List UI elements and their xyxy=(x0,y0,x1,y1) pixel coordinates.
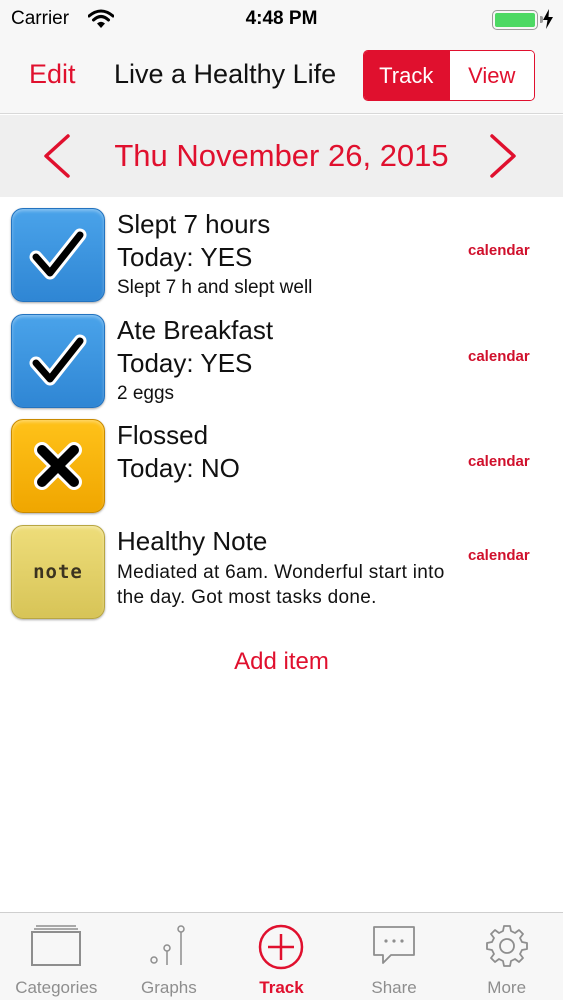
tab-label: More xyxy=(487,978,527,997)
note-icon[interactable]: note xyxy=(11,524,105,619)
tab-label: Share xyxy=(371,978,417,997)
chat-bubble-icon xyxy=(371,923,417,972)
item-title: Healthy Note xyxy=(117,525,268,556)
tab-label: Graphs xyxy=(141,978,197,997)
status-bar: Carrier 4:48 PM xyxy=(0,0,563,40)
note-icon-label: note xyxy=(33,560,83,583)
gear-icon xyxy=(484,923,530,974)
charging-bolt-icon xyxy=(542,9,554,34)
calendar-link[interactable]: calendar xyxy=(468,547,530,564)
tab-label: Track xyxy=(259,978,304,997)
categories-icon xyxy=(30,923,82,972)
tab-bar: Categories Graphs Track Share More xyxy=(0,912,563,1000)
page-title: Live a Healthy Life xyxy=(114,59,337,89)
tab-graphs[interactable]: Graphs xyxy=(113,913,226,1000)
date-navigator: Thu November 26, 2015 xyxy=(0,115,563,197)
tab-track[interactable]: Track xyxy=(225,913,338,1000)
tab-more[interactable]: More xyxy=(450,913,563,1000)
add-item-button[interactable]: Add item xyxy=(0,648,563,676)
item-title: Slept 7 hours xyxy=(117,209,271,239)
calendar-link[interactable]: calendar xyxy=(468,242,530,259)
checkmark-icon[interactable] xyxy=(11,313,105,408)
tab-categories[interactable]: Categories xyxy=(0,913,113,1000)
tab-label: Categories xyxy=(15,978,98,997)
segment-track[interactable]: Track xyxy=(364,51,449,100)
item-detail: 2 eggs xyxy=(117,382,175,404)
checkmark-icon[interactable] xyxy=(11,208,105,302)
segment-view[interactable]: View xyxy=(448,51,534,100)
clock: 4:48 PM xyxy=(245,8,318,29)
current-date[interactable]: Thu November 26, 2015 xyxy=(0,138,563,174)
calendar-link[interactable]: calendar xyxy=(468,453,530,470)
list-item[interactable]: Slept 7 hours Today: YES Slept 7 h and s… xyxy=(0,197,563,303)
battery-icon xyxy=(492,10,543,30)
list-item[interactable]: Flossed Today: NO calendar xyxy=(0,408,563,514)
list-item[interactable]: note Healthy Note Mediated at 6am. Wonde… xyxy=(0,514,563,620)
calendar-link[interactable]: calendar xyxy=(468,348,530,365)
item-status: Today: YES xyxy=(117,347,253,378)
item-note-text: Mediated at 6am. Wonderful start into th… xyxy=(117,561,445,608)
item-detail: Slept 7 h and slept well xyxy=(117,277,313,298)
edit-button[interactable]: Edit xyxy=(29,59,76,90)
item-status: Today: YES xyxy=(117,242,253,272)
next-day-chevron-icon[interactable] xyxy=(486,133,520,184)
track-view-segmented-control: Track View xyxy=(363,50,535,101)
battery-level-fill xyxy=(495,13,535,27)
graphs-icon xyxy=(147,923,191,972)
tab-share[interactable]: Share xyxy=(338,913,451,1000)
item-status: Today: NO xyxy=(117,453,240,483)
tracked-items-list: Slept 7 hours Today: YES Slept 7 h and s… xyxy=(0,197,563,619)
item-title: Ate Breakfast xyxy=(117,314,274,345)
navigation-bar: Edit Live a Healthy Life Track View xyxy=(0,40,563,114)
add-circle-icon xyxy=(257,923,305,976)
item-title: Flossed xyxy=(117,420,209,450)
x-mark-icon[interactable] xyxy=(11,419,105,513)
list-item[interactable]: Ate Breakfast Today: YES 2 eggs calendar xyxy=(0,303,563,409)
